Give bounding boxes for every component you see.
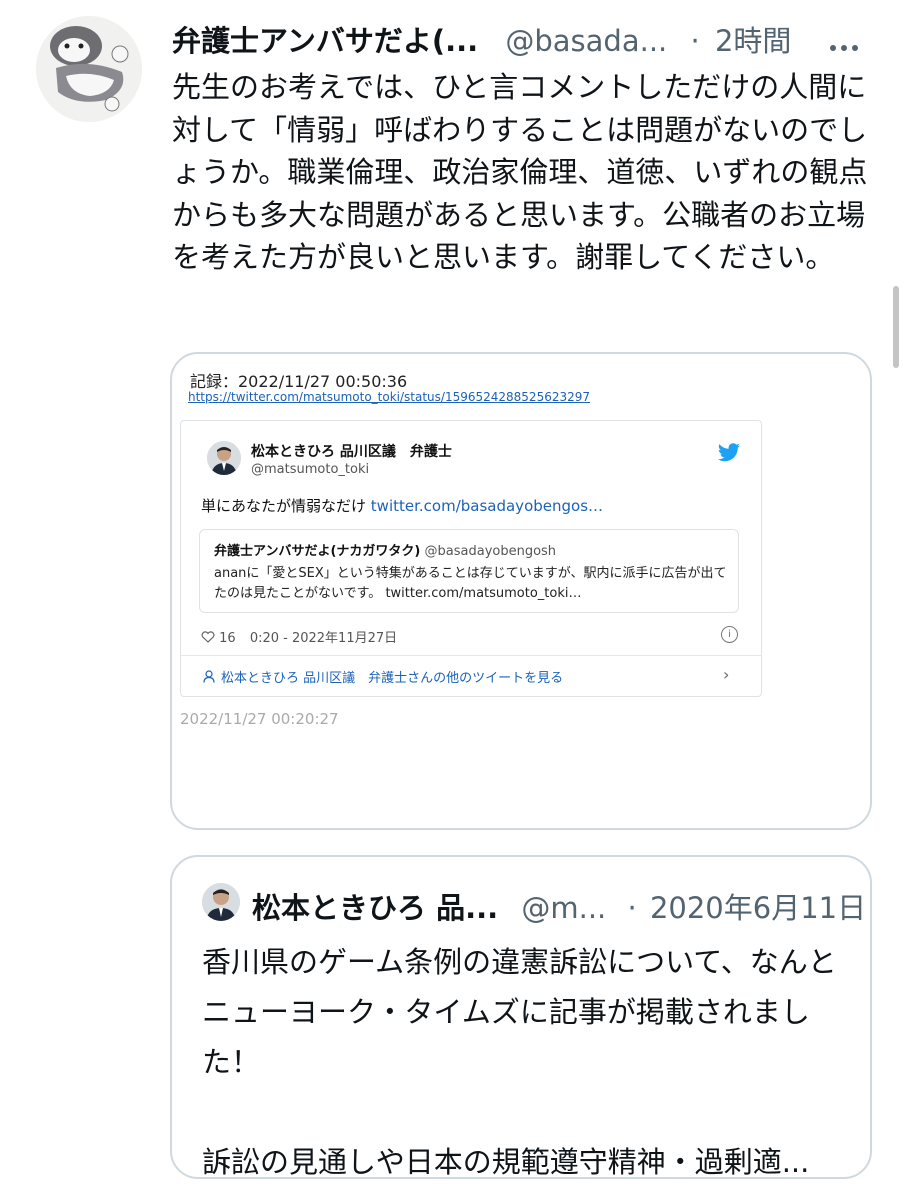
embed-divider xyxy=(181,655,761,656)
embed-footer-text: 松本ときひろ 品川区議 弁護士さんの他のツイートを見る xyxy=(221,671,564,686)
quoted-tweet-date[interactable]: 2020年6月11日 xyxy=(650,891,866,925)
scrollbar[interactable] xyxy=(893,286,899,368)
author-avatar[interactable] xyxy=(36,16,142,122)
author-handle[interactable]: @basada... xyxy=(505,24,667,58)
more-options-icon[interactable] xyxy=(830,36,866,51)
embed-avatar xyxy=(207,441,241,475)
like-count: 16 xyxy=(219,631,236,646)
capture-timestamp: 2022/11/27 00:20:27 xyxy=(180,710,339,728)
chevron-right-icon: › xyxy=(723,665,730,684)
heart-icon xyxy=(201,631,215,646)
embed-quoted-tweet: 弁護士アンバサだよ(ナカガワタク) @basadayobengosh ananに… xyxy=(199,529,739,613)
quoted-tweet-author-handle[interactable]: @m... xyxy=(521,891,606,925)
info-icon: i xyxy=(721,626,738,643)
quoted-tweet-card[interactable]: 松本ときひろ 品... @m... · 2020年6月11日 香川県のゲーム条例… xyxy=(170,855,872,1179)
quoted-author-handle: @basadayobengosh xyxy=(424,544,557,559)
record-url: https://twitter.com/matsumoto_toki/statu… xyxy=(188,390,591,404)
twitter-bird-icon xyxy=(717,443,741,463)
embed-footer-link: 松本ときひろ 品川区議 弁護士さんの他のツイートを見る xyxy=(203,667,563,686)
quoted-author-name: 弁護士アンバサだよ(ナカガワタク) xyxy=(214,544,421,559)
quoted-tweet-author-name[interactable]: 松本ときひろ 品... xyxy=(252,891,498,925)
person-icon xyxy=(203,670,215,683)
record-title: 記録：2022/11/27 00:50:36 xyxy=(190,372,408,391)
embed-tweet-text: 単にあなたが情弱なだけ twitter.com/basadayobengos… xyxy=(201,495,603,516)
embed-meta: 16 0:20 - 2022年11月27日 xyxy=(201,627,397,646)
embed-time-date: 0:20 - 2022年11月27日 xyxy=(249,631,398,646)
embed-author-name: 松本ときひろ 品川区議 弁護士 xyxy=(251,444,452,460)
tweet-media-image[interactable]: 記録：2022/11/27 00:50:36 https://twitter.c… xyxy=(170,352,872,830)
tweet-timestamp[interactable]: 2時間 xyxy=(715,24,791,58)
embed-text-body: 単にあなたが情弱なだけ xyxy=(201,497,367,515)
separator-dot: · xyxy=(690,24,700,58)
quoted-author-avatar[interactable] xyxy=(202,883,240,921)
quoted-tweet-header: 松本ときひろ 品... @m... · 2020年6月11日 xyxy=(252,885,866,927)
tweet-header: 弁護士アンバサだよ(... @basada... · 2時間 xyxy=(172,18,791,62)
embed-text-link: twitter.com/basadayobengos… xyxy=(370,497,604,515)
quoted-text: ananに「愛とSEX」という特集があることは存じていますが、駅内に派手に広告が… xyxy=(214,566,727,601)
tweet-text: 先生のお考えでは、ひと言コメントしただけの人間に対して「情弱」呼ばわりすることは… xyxy=(172,70,868,274)
embed-author-handle: @matsumoto_toki xyxy=(251,462,370,477)
quoted-header: 弁護士アンバサだよ(ナカガワタク) @basadayobengosh xyxy=(214,540,556,559)
embedded-tweet: 松本ときひろ 品川区議 弁護士 @matsumoto_toki 単にあなたが情弱… xyxy=(180,420,762,697)
separator-dot: · xyxy=(627,891,637,925)
author-name[interactable]: 弁護士アンバサだよ(... xyxy=(172,24,478,58)
quoted-tweet-text: 香川県のゲーム条例の違憲訴訟について、なんとニューヨーク・タイムズに記事が掲載さ… xyxy=(202,945,837,1179)
